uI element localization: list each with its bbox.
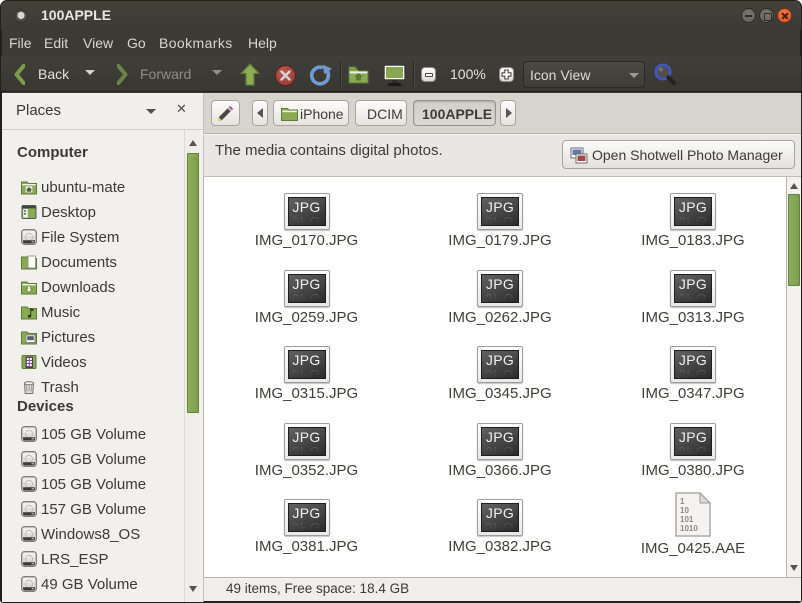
svg-text:1010: 1010	[680, 524, 698, 533]
svg-text:1: 1	[680, 497, 685, 506]
svg-text:10: 10	[680, 506, 689, 515]
svg-text:101: 101	[680, 515, 694, 524]
